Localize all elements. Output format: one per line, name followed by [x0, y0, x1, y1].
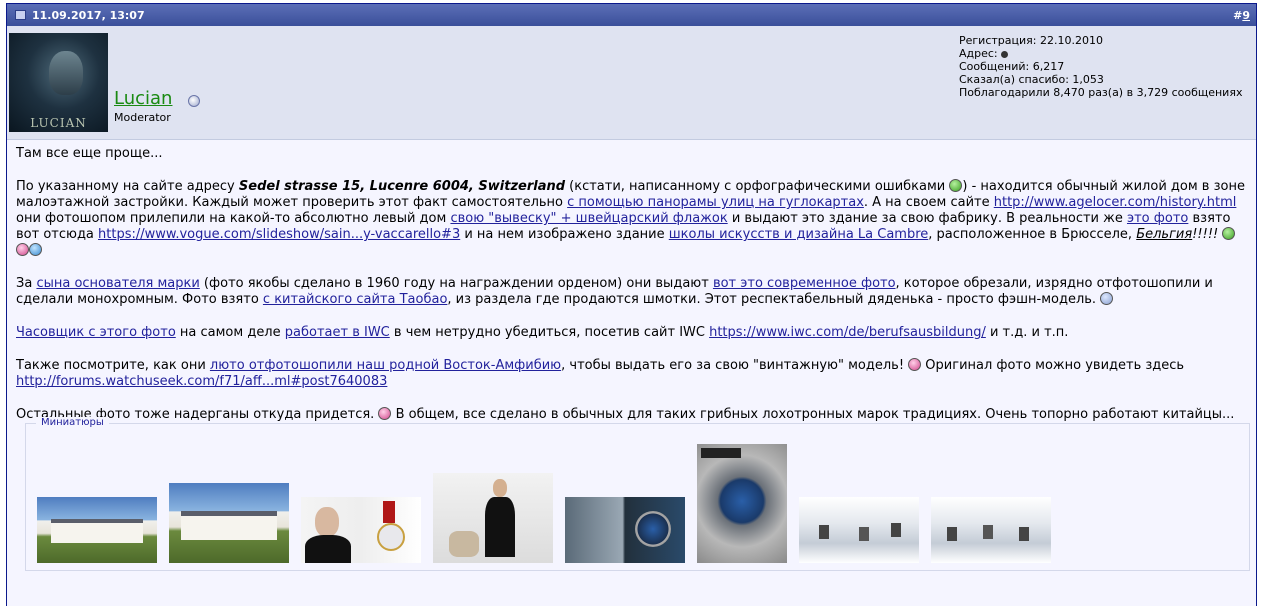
post-number-link[interactable]: #9 [1233, 9, 1250, 22]
link-taobao[interactable]: с китайского сайта Таобао [263, 292, 447, 307]
avatar-face [49, 51, 83, 95]
ribbon-shape [383, 501, 395, 523]
thumbnail-building-2[interactable] [169, 483, 289, 563]
post-date: 11.09.2017, 13:07 [32, 8, 145, 22]
thumbnail-portrait-medal[interactable] [301, 497, 421, 563]
message-paragraph-6: Остальные фото тоже надерганы откуда при… [16, 407, 1247, 423]
suit-shape [305, 535, 351, 563]
thumbnail-workshop-1[interactable] [799, 497, 919, 563]
text: В общем, все сделано в обычных для таких… [391, 407, 1235, 422]
text: (кстати, написанному с орфографическими … [565, 179, 950, 194]
user-thanks-said: Сказал(а) спасибо: 1,053 [959, 73, 1104, 86]
medal-shape [377, 523, 405, 551]
rope-shape [449, 531, 479, 557]
link-iwc-site[interactable]: https://www.iwc.com/de/berufsausbildung/ [709, 325, 986, 340]
message-paragraph-1: Там все еще проще... [16, 146, 163, 161]
link-street-view[interactable]: с помощью панорамы улиц на гуглокартах [567, 195, 864, 210]
message-paragraph-4: Часовщик с этого фото на самом деле рабо… [16, 325, 1247, 341]
text: они фотошопом прилепили на какой-то абсо… [16, 211, 451, 226]
text: (фото якобы сделано в 1960 году на награ… [199, 276, 713, 291]
link-la-cambre[interactable]: школы искусств и дизайна La Cambre [669, 227, 929, 242]
message-paragraph-5: Также посмотрите, как они люто отфотошоп… [16, 358, 1247, 390]
suit-shape [485, 497, 515, 557]
text: , чтобы выдать его за свою "винтажную" м… [561, 358, 909, 373]
worker-shape [819, 525, 829, 539]
username-link[interactable]: Lucian [114, 88, 172, 109]
text: в чем нетрудно убедиться, посетив сайт I… [389, 325, 710, 340]
link-this-photo[interactable]: это фото [1127, 211, 1188, 226]
thumbnail-building-1[interactable] [37, 497, 157, 563]
thumbnail-harbor-watch[interactable] [565, 497, 685, 563]
face-shape [315, 507, 339, 537]
brand-plate-shape [701, 448, 741, 458]
wink-smiley-icon [16, 243, 29, 256]
text: , из раздела где продаются шмотки. Этот … [447, 292, 1101, 307]
text: и т.д. и т.п. [985, 325, 1069, 340]
face-shape [493, 479, 507, 497]
user-info-bar: LUCIAN Lucian Moderator Регистрация: 22.… [7, 26, 1256, 140]
worker-shape [983, 525, 993, 539]
link-watchmaker-photo[interactable]: Часовщик с этого фото [16, 325, 176, 340]
post-header: 11.09.2017, 13:07 #9 [7, 4, 1256, 26]
post-number-prefix: # [1233, 8, 1243, 22]
link-agelocer-history[interactable]: http://www.agelocer.com/history.html [994, 195, 1237, 210]
thumbnail-man-in-suit[interactable] [433, 473, 553, 563]
post-icon [15, 10, 26, 20]
link-sign-flag[interactable]: свою "вывеску" + швейцарский флажок [450, 211, 727, 226]
text: По указанному на сайте адресу [16, 179, 239, 194]
text: на самом деле [175, 325, 285, 340]
country-belgium: Бельгия [1136, 227, 1193, 242]
smile-smiley-icon [378, 407, 392, 420]
text: , расположенное в Брюсселе, [928, 227, 1137, 242]
attachments-fieldset: Миниатюры [25, 417, 1250, 571]
avatar-caption: LUCIAN [30, 116, 87, 130]
worker-shape [947, 527, 957, 541]
grin-smiley-icon [1222, 227, 1236, 240]
address-icon [1001, 50, 1009, 58]
post-number: 9 [1242, 8, 1250, 22]
link-modern-photo[interactable]: вот это современное фото [713, 276, 896, 291]
building-shape [51, 519, 143, 543]
cool-smiley-icon [1100, 292, 1114, 305]
user-address: Адрес: [959, 47, 1242, 60]
text: и на нем изображено здание [460, 227, 669, 242]
wink-smiley-icon [908, 358, 922, 371]
user-registration: Регистрация: 22.10.2010 [959, 34, 1103, 47]
grin-smiley-icon [949, 179, 963, 192]
text: Оригинал фото можно увидеть здесь [921, 358, 1185, 373]
link-works-at-iwc[interactable]: работает в IWC [285, 325, 390, 340]
link-founder-son[interactable]: сына основателя марки [36, 276, 199, 291]
worker-shape [1019, 527, 1029, 541]
text: !!!!! [1192, 227, 1223, 242]
text: и выдают это здание за свою фабрику. В р… [727, 211, 1127, 226]
user-messages: Сообщений: 6,217 [959, 60, 1065, 73]
factory-address: Sedel strasse 15, Lucenre 6004, Switzerl… [238, 179, 566, 194]
worker-shape [891, 523, 901, 537]
online-status-icon [188, 95, 200, 107]
text: За [16, 276, 37, 291]
avatar[interactable]: LUCIAN [9, 33, 108, 132]
building-shape [181, 511, 277, 540]
forum-post: 11.09.2017, 13:07 #9 LUCIAN Lucian Moder… [6, 3, 1257, 606]
message-paragraph-2: По указанному на сайте адресу Sedel stra… [16, 179, 1247, 259]
text: Также посмотрите, как они [16, 358, 210, 373]
watch-shape [635, 511, 671, 547]
user-stats: Регистрация: 22.10.2010 Адрес: Сообщений… [959, 34, 1242, 99]
laugh-smiley-icon [29, 243, 42, 256]
link-vogue-slideshow[interactable]: https://www.vogue.com/slideshow/sain...y… [98, 227, 460, 242]
message-paragraph-3: За сына основателя марки (фото якобы сде… [16, 276, 1247, 308]
text: . А на своем сайте [863, 195, 994, 210]
user-address-label: Адрес: [959, 47, 998, 60]
post-message: Там все еще проще... По указанному на са… [7, 140, 1256, 423]
user-thanked: Поблагодарили 8,470 раз(а) в 3,729 сообщ… [959, 86, 1243, 99]
link-watchuseek[interactable]: http://forums.watchuseek.com/f71/aff...m… [16, 374, 387, 389]
thumbnail-workshop-2[interactable] [931, 497, 1051, 563]
thumbnail-blue-watch[interactable] [697, 444, 787, 563]
user-title: Moderator [114, 111, 171, 124]
attachments-legend: Миниатюры [36, 417, 109, 428]
worker-shape [859, 527, 869, 541]
link-vostok-amphibia[interactable]: люто отфотошопили наш родной Восток-Амфи… [210, 358, 561, 373]
